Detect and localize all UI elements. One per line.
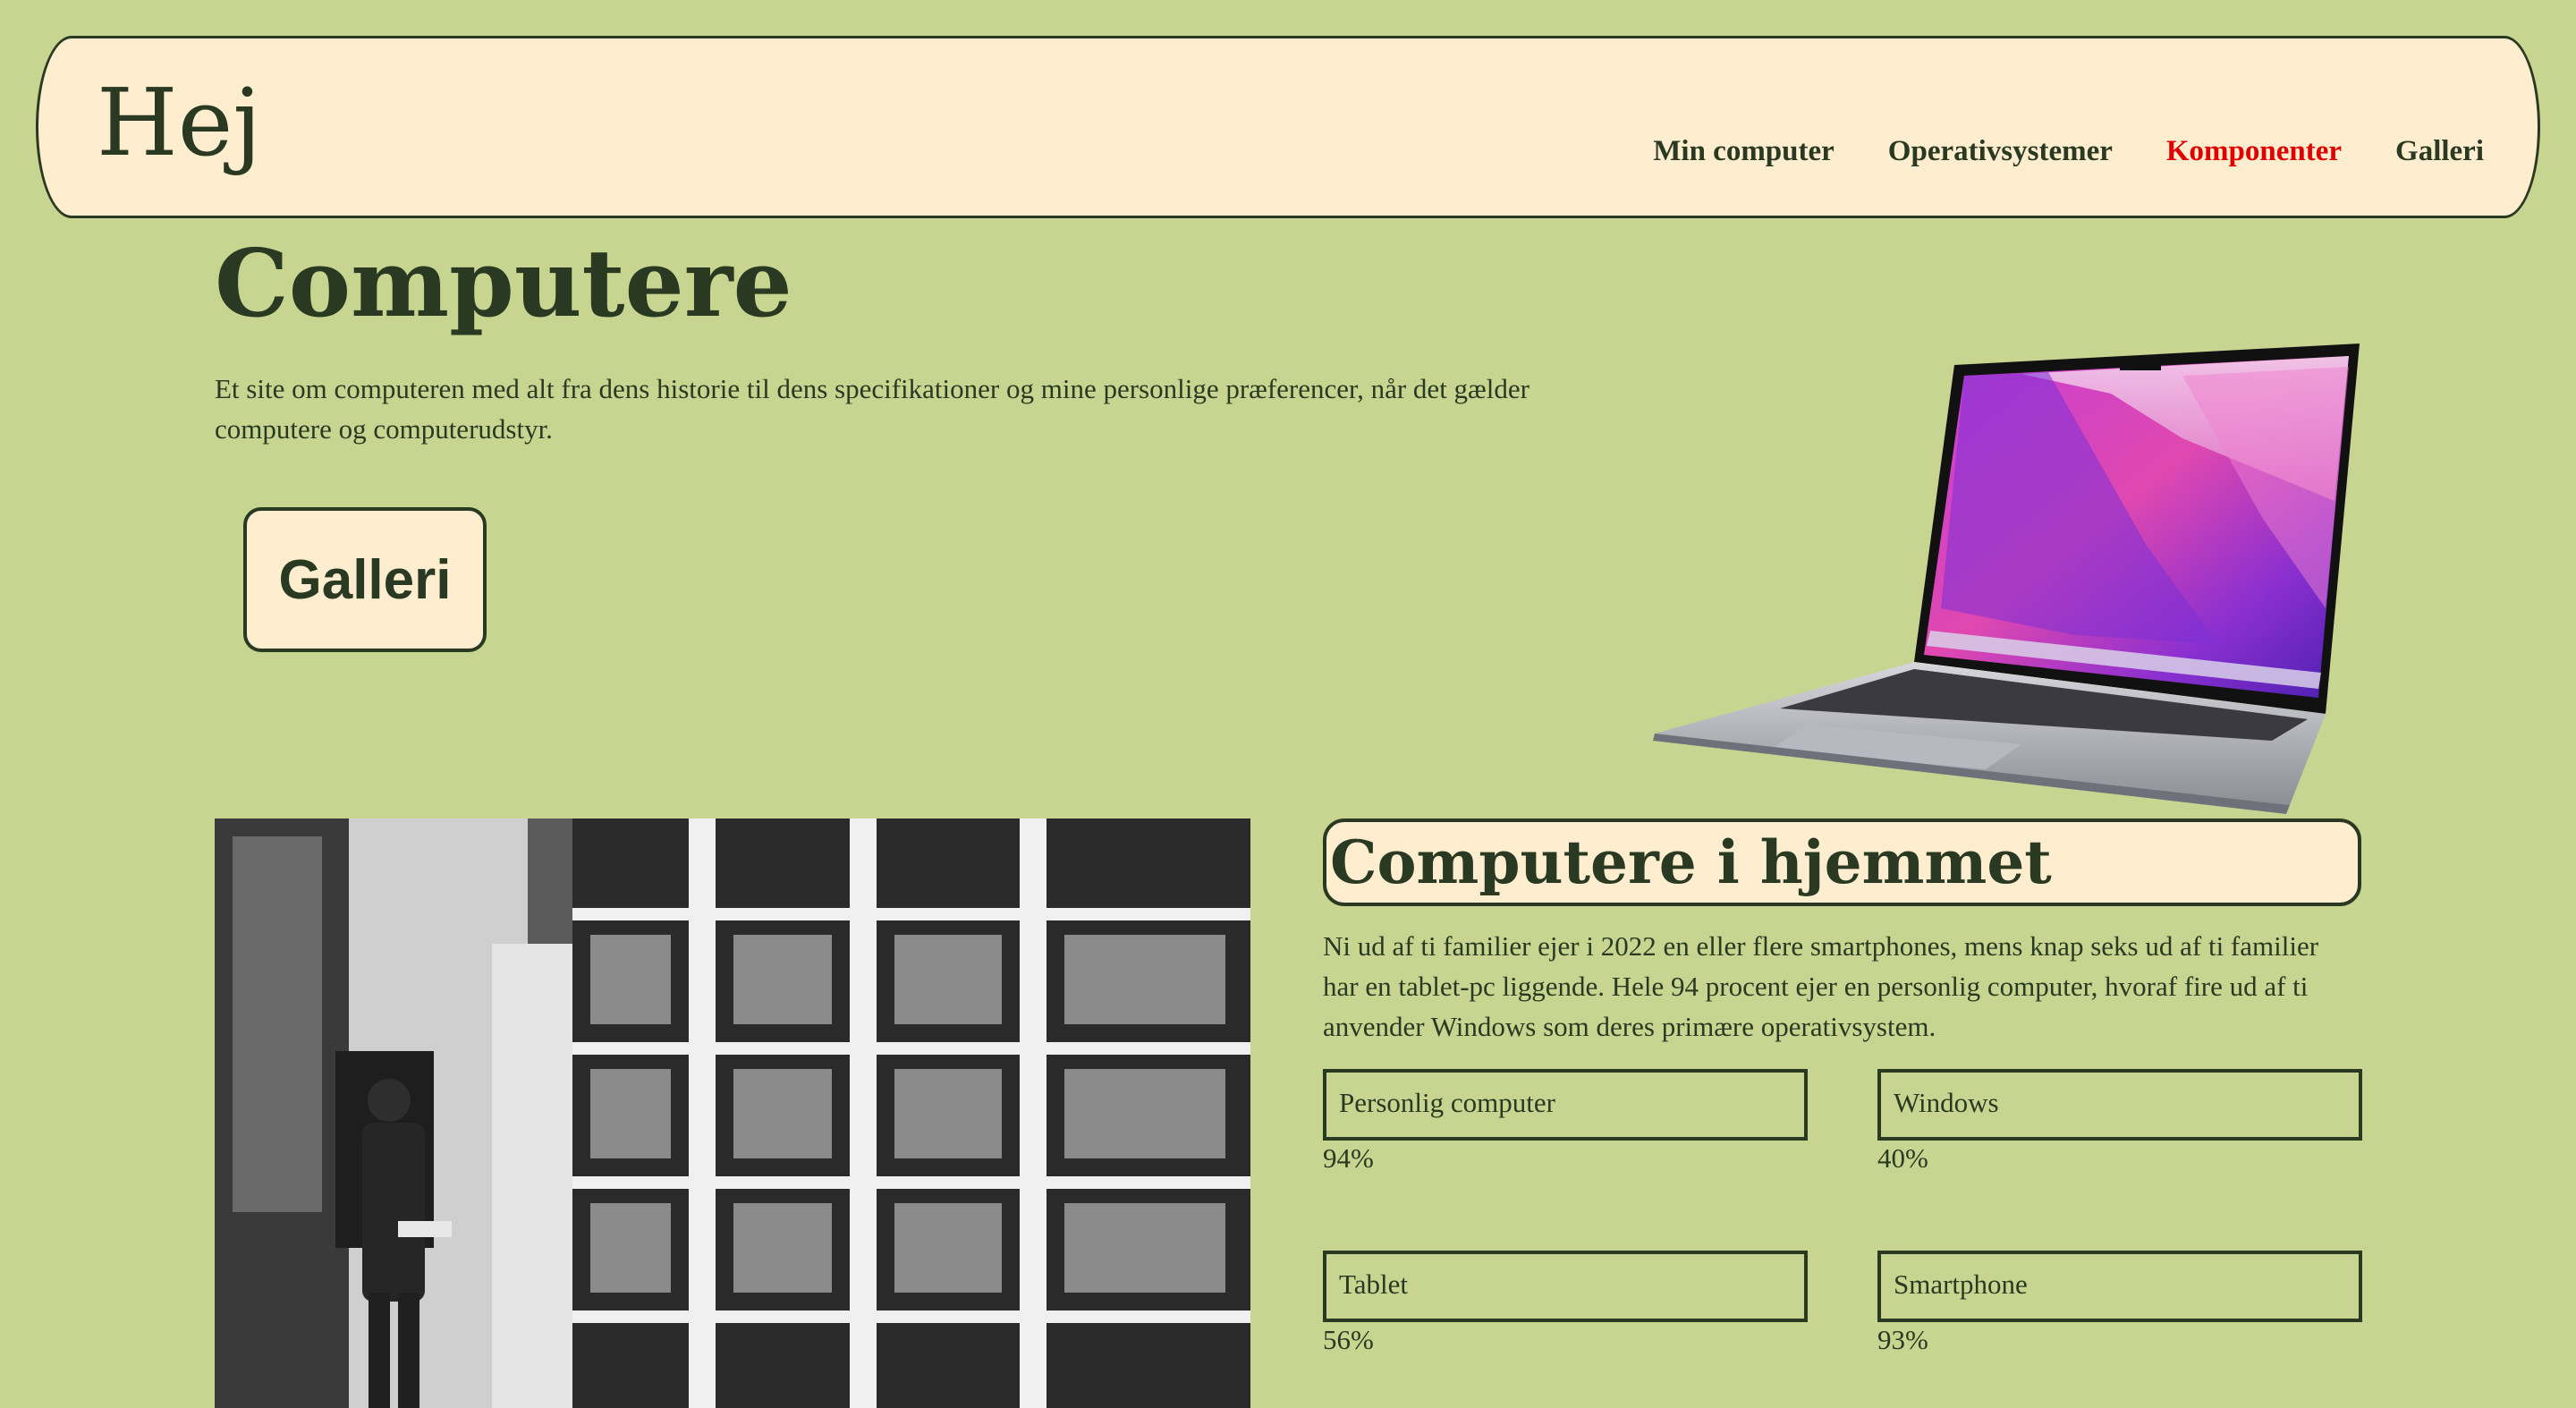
stat-label: Windows [1877,1069,2362,1141]
stat-value: 93% [1877,1324,1928,1355]
site-logo[interactable]: Hej [97,76,262,169]
stat-label: Tablet [1323,1251,1808,1322]
nav-item-komponenter[interactable]: Komponenter [2166,135,2342,168]
stat-personlig-computer: Personlig computer 94% [1323,1069,1808,1176]
stat-windows: Windows 40% [1877,1069,2362,1176]
stat-smartphone: Smartphone 93% [1877,1251,2362,1358]
laptop-image [1653,344,2360,814]
stat-value: 56% [1323,1324,1374,1355]
stat-value: 94% [1323,1142,1374,1174]
section-title: Computere i hjemmet [1323,819,2361,906]
section-description: Ni ud af ti familier ejer i 2022 en elle… [1323,930,2319,1042]
gallery-button[interactable]: Galleri [243,507,487,652]
main-nav: Min computer Operativsystemer Komponente… [1653,135,2484,168]
stat-value: 40% [1877,1142,1928,1174]
stat-label: Personlig computer [1323,1069,1808,1141]
hero-description: Et site om computeren med alt fra dens h… [215,373,1530,445]
site-header: Hej Min computer Operativsystemer Kompon… [36,36,2540,218]
nav-item-galleri[interactable]: Galleri [2395,135,2484,168]
page-title: Computere [215,228,792,338]
page: Hej Min computer Operativsystemer Kompon… [0,0,2576,1408]
historic-computer-photo [215,819,1250,1408]
stat-tablet: Tablet 56% [1323,1251,1808,1358]
nav-item-operativsystemer[interactable]: Operativsystemer [1888,135,2113,168]
stat-label: Smartphone [1877,1251,2362,1322]
nav-item-min-computer[interactable]: Min computer [1653,135,1835,168]
